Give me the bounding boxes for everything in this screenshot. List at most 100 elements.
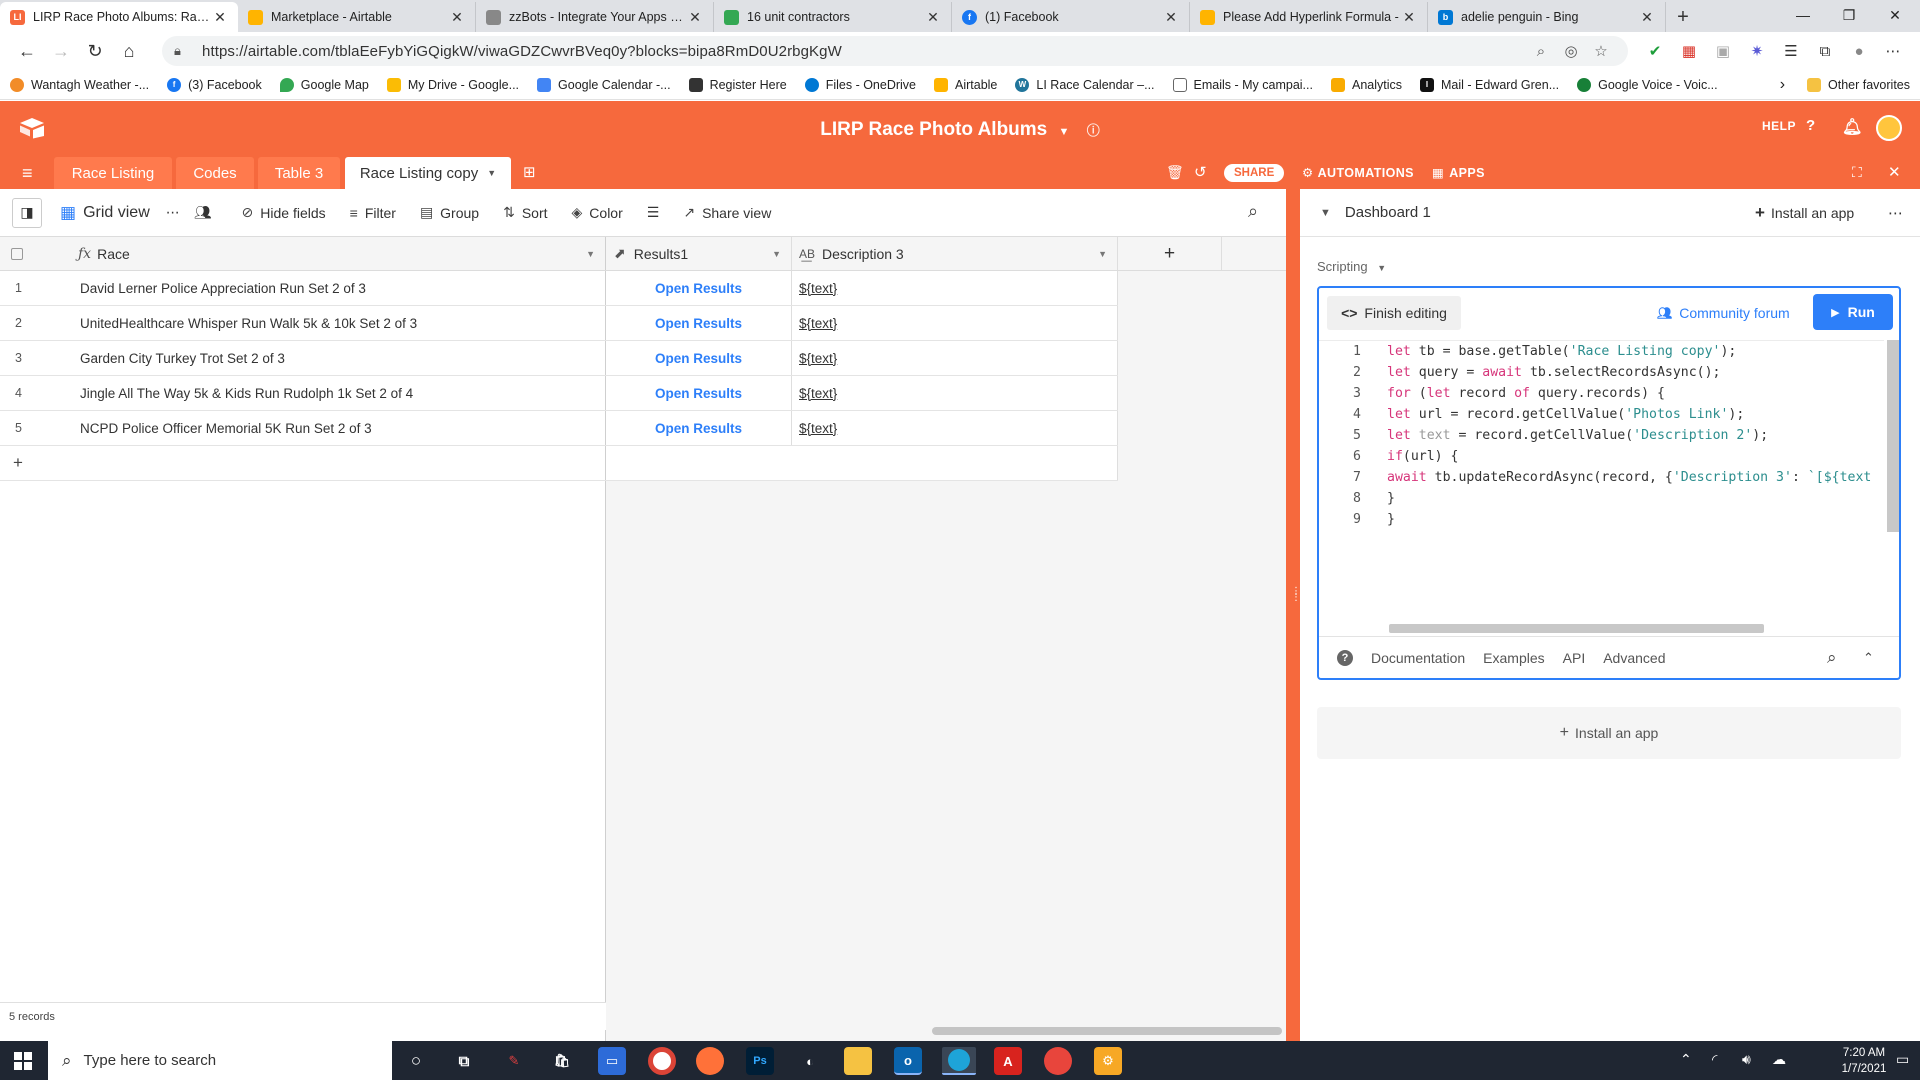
- hamburger-menu-icon[interactable]: ≡: [22, 163, 33, 184]
- browser-tab[interactable]: f (1) Facebook ✕: [952, 2, 1190, 32]
- photoshop-icon[interactable]: Ps: [746, 1047, 774, 1075]
- chevron-down-icon[interactable]: ▼: [586, 249, 595, 259]
- notifications-icon[interactable]: ▭: [1896, 1051, 1909, 1068]
- tab-race-listing-copy[interactable]: Race Listing copy ▼: [345, 157, 511, 189]
- code-editor[interactable]: 1 let tb = base.getTable('Race Listing co…: [1319, 340, 1884, 636]
- window-close-icon[interactable]: ✕: [1872, 0, 1918, 30]
- collaborators-icon[interactable]: 👥︎: [194, 204, 212, 221]
- run-button[interactable]: ▶ Run: [1813, 294, 1893, 330]
- calendar-extension-icon[interactable]: ▦: [1672, 36, 1706, 66]
- browser-tab[interactable]: Please Add Hyperlink Formula - ✕: [1190, 2, 1428, 32]
- browser-tab[interactable]: zzBots - Integrate Your Apps & A ✕: [476, 2, 714, 32]
- tracking-icon[interactable]: ◎: [1556, 42, 1586, 60]
- api-link[interactable]: API: [1563, 650, 1586, 666]
- share-button[interactable]: SHARE: [1224, 164, 1285, 182]
- app-icon[interactable]: ⚙︎: [1094, 1047, 1122, 1075]
- search-icon[interactable]: ⌕: [1248, 201, 1258, 222]
- fullscreen-icon[interactable]: ⛶: [1852, 164, 1862, 181]
- documentation-link[interactable]: Documentation: [1371, 650, 1465, 666]
- editor-vertical-scrollbar[interactable]: [1887, 340, 1899, 532]
- color-button[interactable]: ◈ Color: [572, 204, 623, 221]
- tab-table-3[interactable]: Table 3: [258, 157, 340, 189]
- dashboard-title[interactable]: Dashboard 1: [1345, 204, 1431, 221]
- advanced-link[interactable]: Advanced: [1603, 650, 1665, 666]
- onedrive-cloud-icon[interactable]: ☁: [1772, 1051, 1786, 1068]
- chevron-down-icon[interactable]: ▼: [1098, 249, 1107, 259]
- help-button[interactable]: HELP ?: [1762, 117, 1816, 134]
- outlook-icon[interactable]: o: [894, 1047, 922, 1075]
- browser-tab[interactable]: 16 unit contractors ✕: [714, 2, 952, 32]
- firefox-icon[interactable]: [696, 1047, 724, 1075]
- description-link[interactable]: ${text}: [799, 386, 837, 401]
- automations-button[interactable]: ⚙︎ AUTOMATIONS: [1302, 165, 1414, 181]
- add-table-icon[interactable]: ⊞: [523, 163, 536, 181]
- description-link[interactable]: ${text}: [799, 351, 837, 366]
- restore-icon[interactable]: ❐: [1826, 0, 1872, 30]
- community-forum-link[interactable]: 👥︎ Community forum: [1657, 296, 1790, 330]
- chevron-down-icon[interactable]: ▼: [772, 249, 781, 259]
- history-icon[interactable]: ↺: [1194, 163, 1207, 181]
- bookmark-item[interactable]: Google Map: [279, 77, 369, 92]
- checkmark-extension-icon[interactable]: ✔: [1638, 36, 1672, 66]
- close-apps-icon[interactable]: ✕: [1888, 163, 1901, 181]
- install-app-button[interactable]: + Install an app: [1755, 203, 1854, 223]
- help-circle-icon[interactable]: ?: [1337, 649, 1353, 666]
- taskbar-search[interactable]: ⌕ Type here to search: [48, 1041, 392, 1080]
- chevron-down-icon[interactable]: ▼: [487, 168, 496, 178]
- add-row[interactable]: +: [0, 446, 1118, 481]
- column-header-results1[interactable]: ⬈ Results1 ▼: [606, 237, 792, 270]
- editor-horizontal-scrollbar[interactable]: [1389, 624, 1764, 633]
- open-results-button[interactable]: Open Results: [606, 271, 792, 305]
- description-link[interactable]: ${text}: [799, 421, 837, 436]
- computer-icon[interactable]: ▭: [598, 1047, 626, 1075]
- browser-tab[interactable]: LI LIRP Race Photo Albums: Race L ✕: [0, 2, 238, 32]
- bookmark-item[interactable]: Airtable: [934, 77, 997, 92]
- reload-icon[interactable]: ↻: [78, 36, 112, 66]
- app-icon[interactable]: ✎: [500, 1047, 528, 1075]
- bookmarks-overflow-chevron-icon[interactable]: ›: [1780, 76, 1785, 94]
- wifi-icon[interactable]: ◜: [1712, 1051, 1717, 1068]
- description-cell[interactable]: ${text}: [792, 306, 1118, 340]
- base-title[interactable]: LIRP Race Photo Albums ▼ ⓘ: [0, 119, 1920, 141]
- collections-icon[interactable]: ⧉: [1808, 36, 1842, 66]
- close-tab-icon[interactable]: ✕: [687, 9, 703, 26]
- table-row[interactable]: 2 UnitedHealthcare Whisper Run Walk 5k &…: [0, 306, 1118, 341]
- table-row[interactable]: 4 Jingle All The Way 5k & Kids Run Rudol…: [0, 376, 1118, 411]
- bookmark-item[interactable]: Files - OneDrive: [804, 77, 916, 92]
- bookmark-item[interactable]: Register Here: [688, 77, 787, 92]
- open-results-button[interactable]: Open Results: [606, 411, 792, 445]
- description-cell[interactable]: ${text}: [792, 411, 1118, 445]
- description-cell[interactable]: ${text}: [792, 376, 1118, 410]
- grammar-extension-icon[interactable]: ▣: [1706, 36, 1740, 66]
- tab-race-listing[interactable]: Race Listing: [54, 157, 172, 189]
- puzzle-extension-icon[interactable]: ✷: [1740, 36, 1774, 66]
- back-arrow-icon[interactable]: ←: [10, 36, 44, 66]
- tab-codes[interactable]: Codes: [176, 157, 254, 189]
- description-link[interactable]: ${text}: [799, 316, 837, 331]
- table-row[interactable]: 3 Garden City Turkey Trot Set 2 of 3 Ope…: [0, 341, 1118, 376]
- app-icon[interactable]: ◐: [796, 1047, 824, 1075]
- filter-button[interactable]: ≡ Filter: [350, 205, 396, 221]
- bookmark-item[interactable]: I Mail - Edward Gren...: [1420, 77, 1559, 92]
- finish-editing-button[interactable]: <> Finish editing: [1327, 296, 1461, 330]
- profile-avatar-icon[interactable]: ●: [1842, 36, 1876, 66]
- home-icon[interactable]: ⌂: [112, 36, 146, 66]
- app-name-dropdown[interactable]: Scripting ▼: [1317, 259, 1386, 274]
- column-header-race[interactable]: ƒx Race ▼: [66, 237, 606, 270]
- close-tab-icon[interactable]: ✕: [1401, 9, 1417, 26]
- open-results-button[interactable]: Open Results: [606, 341, 792, 375]
- caret-down-icon[interactable]: ▼: [1320, 207, 1331, 219]
- url-field[interactable]: 🔒︎ https://airtable.com/tblaEeFybYiGQigk…: [162, 36, 1628, 66]
- bookmark-item[interactable]: Google Voice - Voic...: [1577, 77, 1718, 92]
- clock[interactable]: 7:20 AM 1/7/2021: [1836, 1045, 1892, 1077]
- grid-view-switcher[interactable]: ▦ Grid view: [60, 203, 150, 223]
- panel-splitter[interactable]: ⋮ ⋮: [1286, 189, 1301, 1041]
- more-icon[interactable]: ⋯: [1888, 204, 1903, 222]
- description-cell[interactable]: ${text}: [792, 341, 1118, 375]
- description-cell[interactable]: ${text}: [792, 271, 1118, 305]
- bookmark-item[interactable]: Emails - My campai...: [1172, 77, 1313, 92]
- other-favorites[interactable]: Other favorites: [1807, 77, 1910, 92]
- minimize-icon[interactable]: —: [1780, 0, 1826, 30]
- acrobat-icon[interactable]: A: [994, 1047, 1022, 1075]
- more-menu-icon[interactable]: ⋯: [1876, 36, 1910, 66]
